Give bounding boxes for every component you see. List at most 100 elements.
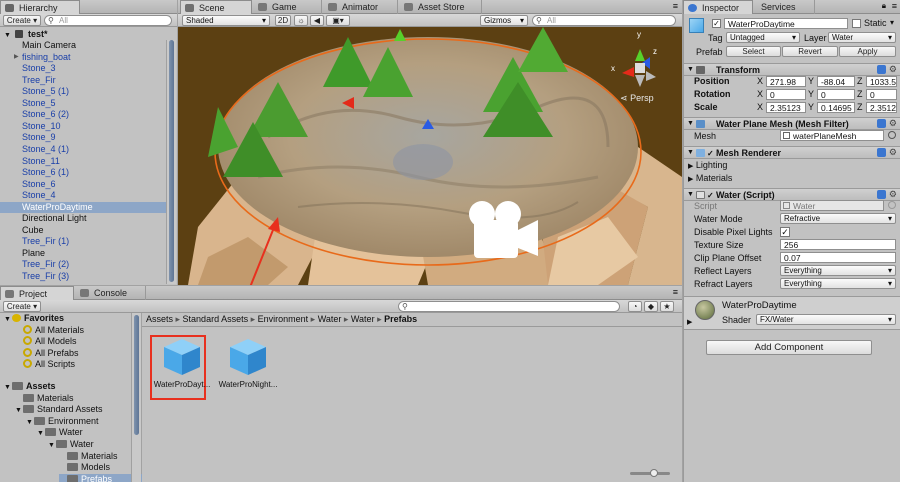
- enabled-checkbox-icon[interactable]: ✓: [707, 148, 714, 160]
- project-tree-item[interactable]: ▼ Environment: [26, 416, 99, 428]
- hierarchy-scrollbar[interactable]: [166, 40, 176, 284]
- hierarchy-item[interactable]: Plane: [0, 248, 170, 260]
- project-tree-item[interactable]: ▼ Water: [48, 439, 94, 451]
- scene-search-input[interactable]: ⚲ All: [532, 15, 676, 26]
- hierarchy-scrollbar-thumb[interactable]: [169, 40, 174, 282]
- mesh-object-field[interactable]: waterPlaneMesh: [780, 130, 884, 141]
- refract-layers-dropdown[interactable]: Everything: [780, 278, 896, 289]
- mesh-renderer-header[interactable]: ▼ ✓ Mesh Renderer ⚙: [684, 146, 900, 159]
- expand-arrow-icon[interactable]: ▼: [37, 428, 45, 440]
- breadcrumb-item[interactable]: Water: [351, 314, 375, 324]
- persp-label[interactable]: ⋖ Persp: [620, 93, 654, 104]
- tab-services[interactable]: Services: [755, 0, 815, 14]
- tab-console[interactable]: Console: [76, 286, 146, 300]
- tab-hierarchy[interactable]: Hierarchy: [0, 0, 80, 14]
- effects-dropdown[interactable]: ▣▾: [326, 15, 350, 26]
- breadcrumb-item[interactable]: Water: [318, 314, 342, 324]
- breadcrumb-item[interactable]: Assets: [146, 314, 173, 324]
- hierarchy-item[interactable]: Stone_4: [0, 190, 170, 202]
- tab-project[interactable]: Project: [0, 286, 74, 300]
- hierarchy-item[interactable]: Tree_Fir (2): [0, 259, 170, 271]
- reflect-layers-dropdown[interactable]: Everything: [780, 265, 896, 276]
- expand-arrow-icon[interactable]: ▼: [687, 147, 694, 159]
- help-book-icon[interactable]: [877, 148, 886, 157]
- help-book-icon[interactable]: [877, 119, 886, 128]
- project-tree-scrollbar[interactable]: [131, 313, 141, 482]
- layer-dropdown[interactable]: Water: [828, 32, 896, 43]
- breadcrumb-item[interactable]: Standard Assets: [183, 314, 249, 324]
- project-tree-item[interactable]: ▼ Favorites: [4, 313, 64, 325]
- expand-arrow-icon[interactable]: ▼: [26, 417, 34, 429]
- asset-item[interactable]: WaterProNight...: [218, 337, 278, 397]
- tag-dropdown[interactable]: Untagged: [726, 32, 800, 43]
- breadcrumb-item[interactable]: Environment: [258, 314, 309, 324]
- gear-icon[interactable]: ⚙: [889, 117, 897, 129]
- project-tree-item[interactable]: All Scripts: [15, 359, 75, 371]
- project-tree-item[interactable]: Materials: [59, 451, 118, 463]
- disable-pixel-lights-checkbox[interactable]: ✓: [780, 227, 790, 237]
- hierarchy-item[interactable]: Stone_6 (2): [0, 109, 170, 121]
- panel-menu-icon[interactable]: ≡: [673, 1, 678, 11]
- project-tree-item[interactable]: Materials: [15, 393, 74, 405]
- panel-menu-icon[interactable]: ≡: [673, 287, 678, 297]
- hierarchy-item[interactable]: WaterProDaytime: [0, 201, 170, 214]
- expand-arrow-icon[interactable]: ▼: [4, 382, 12, 394]
- position-z-field[interactable]: 1033.59: [866, 76, 897, 87]
- project-tree-item[interactable]: All Prefabs: [15, 347, 79, 360]
- hierarchy-item[interactable]: Stone_11: [0, 156, 170, 168]
- expand-arrow-icon[interactable]: ▼: [687, 64, 694, 76]
- tab-animator[interactable]: Animator: [324, 0, 398, 14]
- gear-icon[interactable]: ⚙: [889, 188, 897, 200]
- project-tree-item[interactable]: All Models: [15, 336, 77, 348]
- mesh-filter-header[interactable]: ▼ Water Plane Mesh (Mesh Filter) ⚙: [684, 117, 900, 130]
- project-tree-item[interactable]: Prefabs: [59, 473, 143, 482]
- hierarchy-item[interactable]: Stone_4 (1): [0, 144, 170, 156]
- expand-arrow-icon[interactable]: ▼: [687, 118, 694, 130]
- project-tree-item[interactable]: ▼ Assets: [4, 381, 56, 393]
- position-y-field[interactable]: -88.04: [817, 76, 855, 87]
- filter-label-button[interactable]: ◆: [644, 301, 658, 312]
- audio-toggle-button[interactable]: ◀: [310, 15, 324, 26]
- static-checkbox[interactable]: [852, 19, 861, 28]
- scene-root-row[interactable]: ▼ test*: [0, 28, 47, 40]
- scale-y-field[interactable]: 0.14695: [817, 102, 855, 113]
- position-x-field[interactable]: 271.98: [766, 76, 806, 87]
- mode-2d-button[interactable]: 2D: [275, 15, 291, 26]
- filter-type-button[interactable]: ◔: [628, 301, 642, 312]
- project-tree-item[interactable]: All Materials: [15, 324, 84, 337]
- gizmos-dropdown[interactable]: Gizmos: [480, 15, 528, 26]
- help-book-icon[interactable]: [877, 190, 886, 199]
- project-tree-item[interactable]: ▼ Standard Assets: [15, 404, 103, 416]
- foldout-arrow-icon[interactable]: ▶: [687, 318, 692, 326]
- hierarchy-item[interactable]: Stone_6: [0, 179, 170, 191]
- hierarchy-item[interactable]: Stone_6 (1): [0, 167, 170, 179]
- tab-asset-store[interactable]: Asset Store: [400, 0, 482, 14]
- tab-inspector[interactable]: Inspector: [683, 0, 753, 14]
- hierarchy-search-input[interactable]: ⚲ All: [44, 15, 172, 26]
- hierarchy-item[interactable]: Cube: [0, 225, 170, 237]
- rotation-y-field[interactable]: 0: [817, 89, 855, 100]
- active-checkbox[interactable]: ✓: [712, 19, 721, 28]
- water-mode-dropdown[interactable]: Refractive: [780, 213, 896, 224]
- tab-game[interactable]: Game: [254, 0, 322, 14]
- shading-mode-dropdown[interactable]: Shaded: [182, 15, 270, 26]
- prefab-revert-button[interactable]: Revert: [782, 46, 838, 57]
- breadcrumb-item[interactable]: Prefabs: [384, 314, 417, 324]
- lock-icon[interactable]: 🔒︎: [882, 1, 886, 11]
- add-component-button[interactable]: Add Component: [706, 340, 872, 355]
- lighting-foldout[interactable]: ▶ Lighting: [688, 160, 727, 172]
- expand-arrow-icon[interactable]: ▼: [48, 440, 56, 452]
- rotation-x-field[interactable]: 0: [766, 89, 806, 100]
- scale-z-field[interactable]: 2.35123: [866, 102, 897, 113]
- prefab-select-button[interactable]: Select: [726, 46, 781, 57]
- hierarchy-item[interactable]: Stone_3: [0, 63, 170, 75]
- hierarchy-item[interactable]: Tree_Fir: [0, 75, 170, 87]
- clip-plane-offset-field[interactable]: 0.07: [780, 252, 896, 263]
- hierarchy-item[interactable]: Main Camera: [0, 40, 170, 52]
- scale-x-field[interactable]: 2.35123: [766, 102, 806, 113]
- zoom-slider[interactable]: [630, 469, 670, 477]
- project-tree-item[interactable]: Models: [59, 462, 110, 474]
- materials-foldout[interactable]: ▶ Materials: [688, 173, 732, 185]
- project-tree-item[interactable]: ▼ Water: [37, 427, 83, 439]
- hierarchy-item[interactable]: ▶ fishing_boat: [0, 52, 170, 64]
